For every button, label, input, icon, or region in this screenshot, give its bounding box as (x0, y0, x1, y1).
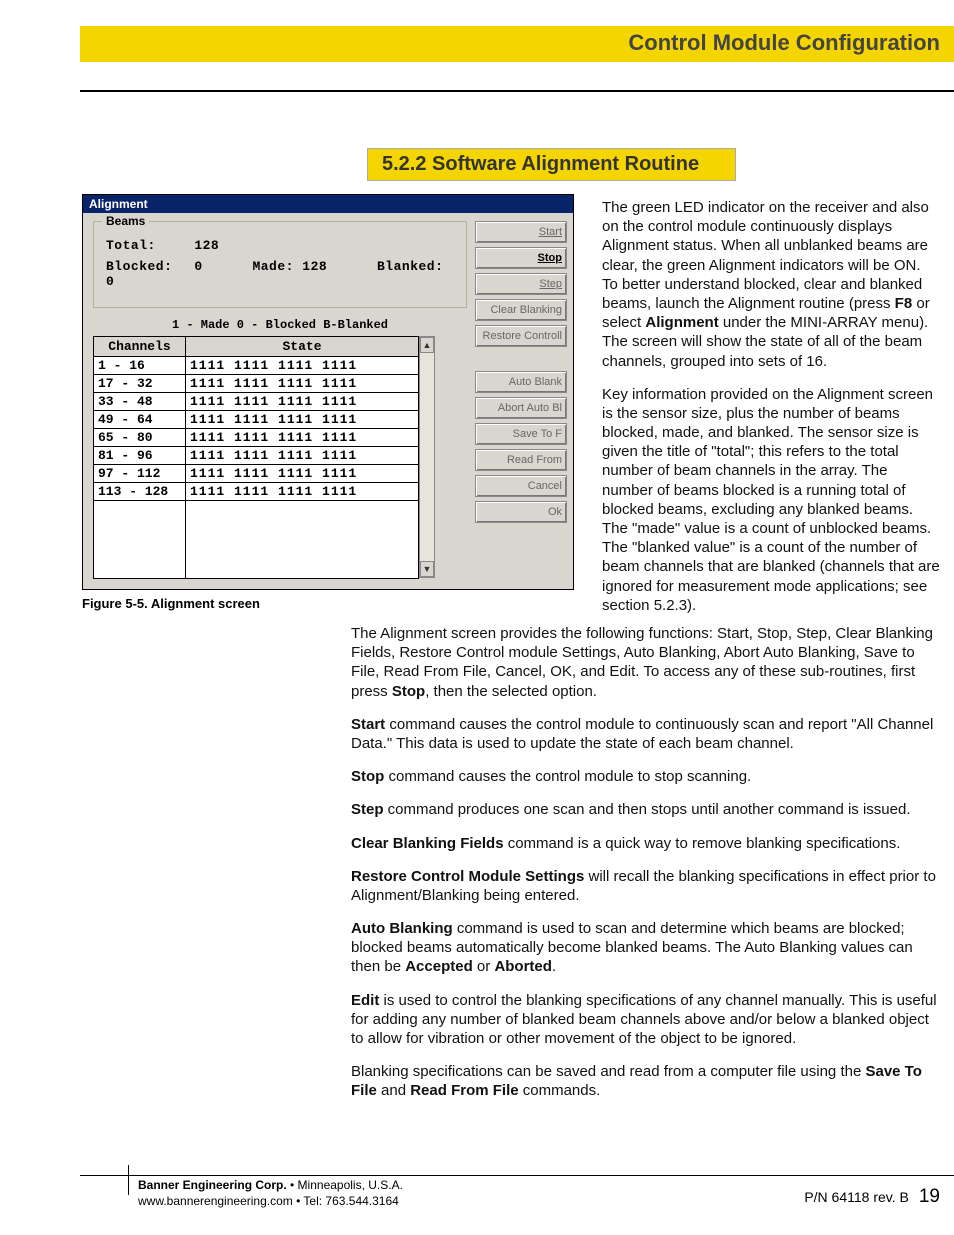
blanked-label: Blanked: (377, 259, 443, 274)
made-value: 128 (302, 259, 327, 274)
lower-body-text: The Alignment screen provides the follow… (351, 624, 940, 1115)
scrollbar[interactable]: ▲ ▼ (419, 336, 435, 578)
figure-alignment: Alignment Beams Total: 128 Blocked: 0 (82, 194, 574, 611)
footer-right: P/N 64118 rev. B19 (804, 1186, 940, 1208)
table-row: 65 - 801111 1111 1111 1111 (94, 429, 419, 447)
window-title: Alignment (83, 195, 573, 213)
table-row: 17 - 321111 1111 1111 1111 (94, 375, 419, 393)
table-row: 113 - 1281111 1111 1111 1111 (94, 483, 419, 501)
read-from-file-button[interactable]: Read From (475, 449, 567, 471)
made-label: Made: (252, 259, 294, 274)
scroll-down-icon[interactable]: ▼ (420, 561, 434, 577)
page-number: 19 (919, 1186, 940, 1207)
table-row: 81 - 961111 1111 1111 1111 (94, 447, 419, 465)
table-row: 33 - 481111 1111 1111 1111 (94, 393, 419, 411)
footer-rule (80, 1175, 954, 1176)
state-legend: 1 - Made 0 - Blocked B-Blanked (93, 318, 467, 332)
table-row: 1 - 161111 1111 1111 1111 (94, 357, 419, 375)
blocked-label: Blocked: (106, 259, 186, 274)
blocked-value: 0 (194, 259, 202, 274)
total-label: Total: (106, 238, 186, 253)
chapter-title: Control Module Configuration (628, 30, 940, 56)
auto-blank-button[interactable]: Auto Blank (475, 371, 567, 393)
header-rule (80, 90, 954, 92)
section-heading: 5.2.2 Software Alignment Routine (367, 148, 736, 181)
alignment-window: Alignment Beams Total: 128 Blocked: 0 (82, 194, 574, 590)
restore-controller-button[interactable]: Restore Controll (475, 325, 567, 347)
figure-caption: Figure 5-5. Alignment screen (82, 596, 574, 611)
cancel-button[interactable]: Cancel (475, 475, 567, 497)
start-button[interactable]: Start (475, 221, 567, 243)
right-body-text: The green LED indicator on the receiver … (602, 198, 940, 629)
beams-legend: Beams (102, 214, 149, 228)
ok-button[interactable]: Ok (475, 501, 567, 523)
save-to-file-button[interactable]: Save To F (475, 423, 567, 445)
abort-auto-blank-button[interactable]: Abort Auto Bl (475, 397, 567, 419)
channels-table: Channels State 1 - 161111 1111 1111 1111… (93, 336, 419, 579)
col-channels: Channels (94, 337, 186, 357)
beams-group: Beams Total: 128 Blocked: 0 Made: 128 (93, 221, 467, 308)
stop-button[interactable]: Stop (475, 247, 567, 269)
scroll-up-icon[interactable]: ▲ (420, 337, 434, 353)
header-band: Control Module Configuration (80, 26, 954, 62)
col-state: State (186, 337, 419, 357)
footer-left: Banner Engineering Corp. • Minneapolis, … (138, 1178, 403, 1209)
step-button[interactable]: Step (475, 273, 567, 295)
footer-tick (128, 1165, 129, 1195)
blanked-value: 0 (106, 274, 114, 289)
total-value: 128 (194, 238, 219, 253)
table-row: 49 - 641111 1111 1111 1111 (94, 411, 419, 429)
clear-blanking-button[interactable]: Clear Blanking (475, 299, 567, 321)
table-row: 97 - 1121111 1111 1111 1111 (94, 465, 419, 483)
